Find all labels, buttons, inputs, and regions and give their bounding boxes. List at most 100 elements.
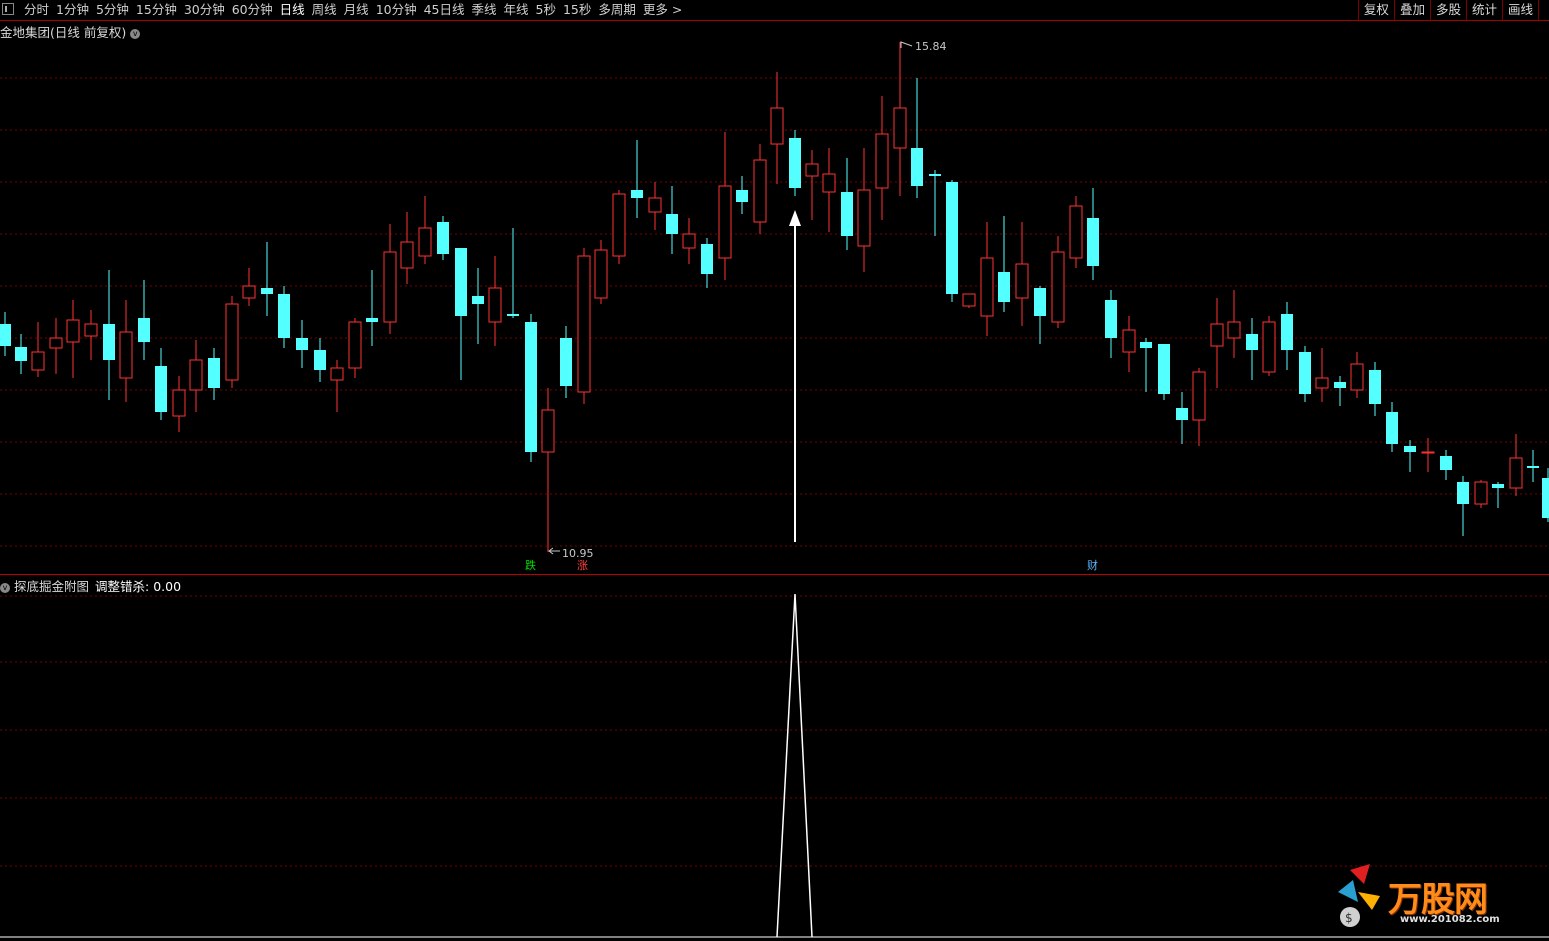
candle-body	[648, 197, 662, 213]
candle-body	[875, 133, 889, 189]
candle-body	[841, 192, 853, 236]
candle-body	[1404, 446, 1416, 452]
candle-body	[1421, 451, 1435, 454]
candle-body	[1474, 481, 1488, 505]
candle-body	[1015, 263, 1029, 299]
candle-body	[400, 241, 414, 269]
candle-body	[594, 249, 608, 299]
candle-body	[225, 303, 239, 381]
candle-body	[1281, 314, 1293, 350]
tag-cai: 财	[1087, 559, 1098, 572]
candle-body	[31, 351, 45, 371]
candle-body	[1350, 363, 1364, 391]
candle-body	[1542, 478, 1549, 518]
indicator-line	[776, 593, 813, 938]
candle-body	[1069, 205, 1083, 259]
candle-body	[103, 324, 115, 360]
candle-body	[1386, 412, 1398, 444]
candle-body	[172, 389, 186, 417]
candle-body	[507, 314, 519, 316]
candle-body	[330, 367, 344, 381]
candle-body	[1051, 251, 1065, 323]
high-label: 15.84	[915, 40, 947, 53]
candle-body	[1246, 334, 1258, 350]
candle-body	[718, 185, 732, 259]
candle-body	[541, 409, 555, 453]
candle-body	[1509, 457, 1523, 489]
candle-body	[49, 337, 63, 349]
svg-text:$: $	[1345, 911, 1353, 925]
candle-body	[314, 350, 326, 370]
candle-body	[1299, 352, 1311, 394]
candle-body	[1457, 482, 1469, 504]
signal-arrow-head	[789, 210, 801, 226]
tag-zhang: 涨	[577, 559, 588, 572]
candle-body	[998, 272, 1010, 302]
candle-body	[701, 244, 713, 274]
candle-body	[0, 324, 11, 346]
candle-body	[962, 293, 976, 307]
candle-body	[893, 107, 907, 149]
candle-body	[472, 296, 484, 304]
candle-body	[805, 163, 819, 177]
candle-body	[753, 159, 767, 223]
candle-body	[911, 148, 923, 186]
chevron-down-icon[interactable]: v	[0, 582, 10, 593]
candle-body	[208, 358, 220, 388]
indicator-name: 探底掘金附图	[14, 579, 90, 594]
candle-body	[980, 257, 994, 317]
candle-body	[189, 359, 203, 391]
candle-body	[770, 107, 784, 145]
indicator-value: 调整错杀: 0.00	[95, 579, 182, 594]
sub-chart-title: v 探底掘金附图 调整错杀: 0.00	[0, 576, 181, 595]
candle-body	[1122, 329, 1136, 353]
candle-body	[1227, 321, 1241, 339]
candle-body	[1087, 218, 1099, 266]
candle-body	[1440, 456, 1452, 470]
candle-body	[1315, 377, 1329, 389]
candle-body	[682, 233, 696, 249]
candle-body	[296, 338, 308, 350]
candle-body	[1369, 370, 1381, 404]
candle-body	[736, 190, 748, 202]
candle-body	[278, 294, 290, 338]
candle-body	[929, 174, 941, 176]
candle-body	[631, 190, 643, 198]
candle-body	[1192, 371, 1206, 421]
candle-body	[261, 288, 273, 294]
candle-body	[66, 319, 80, 343]
candle-body	[1105, 300, 1117, 338]
candle-body	[383, 251, 397, 323]
candle-body	[1334, 382, 1346, 388]
candle-body	[1140, 342, 1152, 348]
candle-body	[488, 287, 502, 323]
high-marker	[900, 41, 913, 48]
candle-body	[119, 331, 133, 379]
candle-body	[612, 193, 626, 257]
candle-body	[1262, 321, 1276, 373]
candle-body	[1492, 484, 1504, 488]
candle-body	[560, 338, 572, 386]
candle-body	[857, 189, 871, 247]
candle-body	[155, 366, 167, 412]
candle-body	[1210, 323, 1224, 347]
watermark-url: www.201082.com	[1400, 914, 1500, 925]
candle-body	[242, 285, 256, 299]
candle-body	[84, 323, 98, 337]
candle-body	[348, 321, 362, 369]
candle-body	[1158, 344, 1170, 394]
tag-die: 跌	[525, 559, 536, 572]
pane-divider[interactable]	[0, 574, 1549, 575]
watermark-logo: $ 万股网 www.201082.com	[1328, 862, 1528, 937]
candle-body	[1176, 408, 1188, 420]
candle-body	[418, 227, 432, 257]
candle-body	[366, 318, 378, 322]
candle-body	[789, 138, 801, 188]
candle-body	[437, 222, 449, 254]
candle-body	[455, 248, 467, 316]
candle-body	[822, 173, 836, 193]
candle-body	[577, 255, 591, 393]
candle-body	[138, 318, 150, 342]
candle-body	[1034, 288, 1046, 316]
kline-chart[interactable]: 15.8410.95	[0, 0, 1549, 941]
